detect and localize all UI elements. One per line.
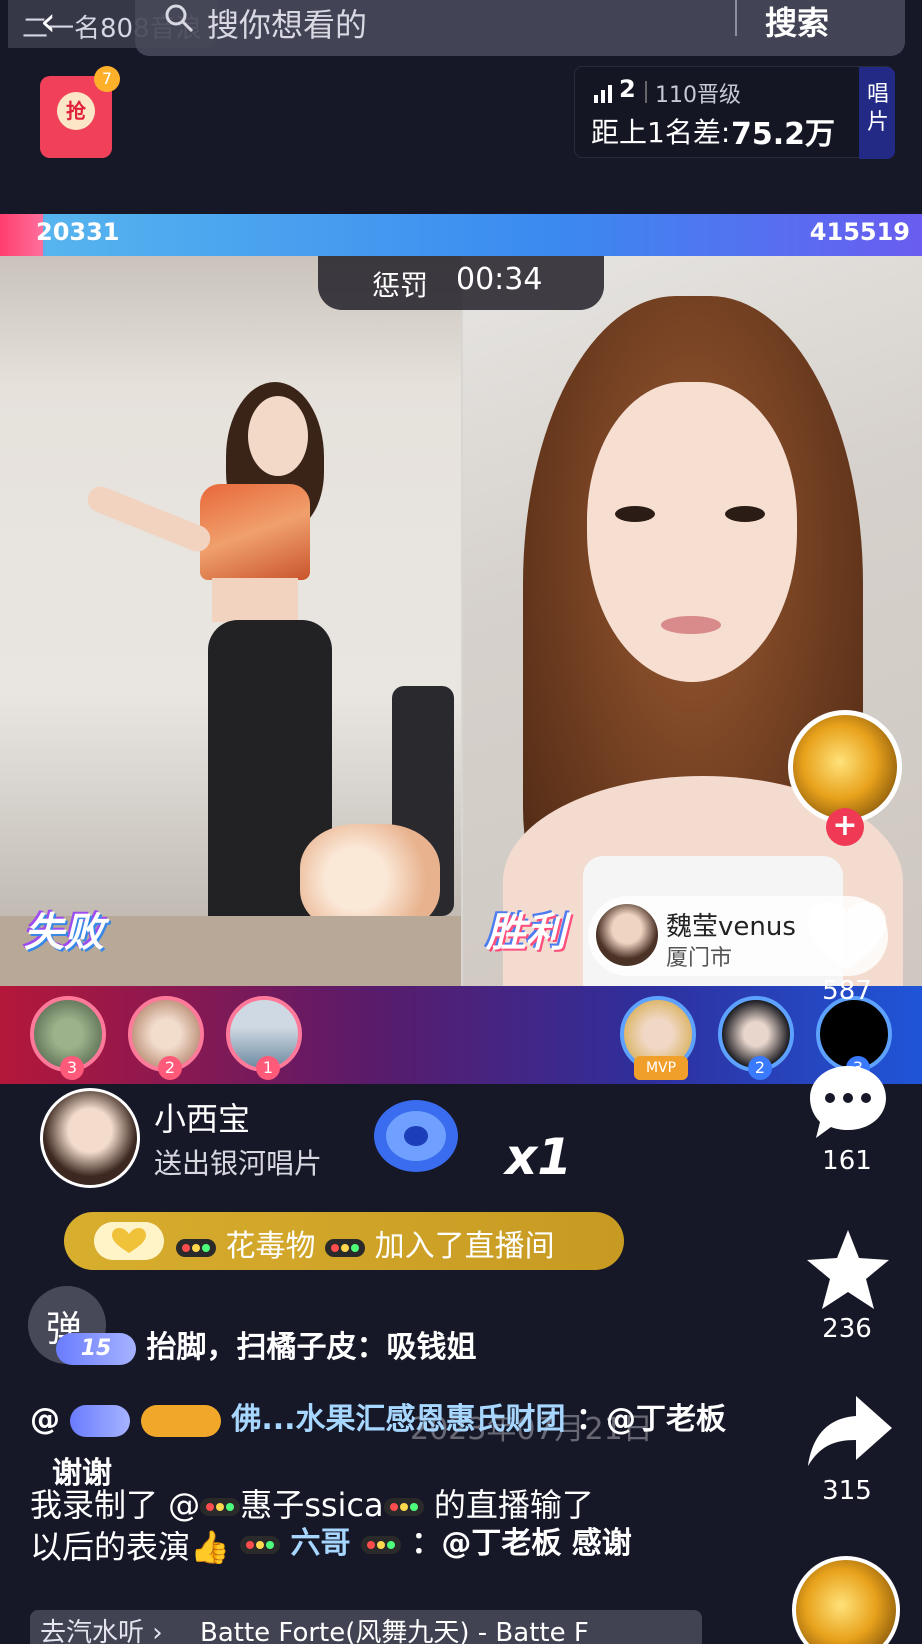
chat-message: 六哥 ：@丁老板 感谢 — [240, 1518, 632, 1562]
opponent-host-avatar[interactable] — [594, 902, 660, 968]
rank-divider — [645, 81, 647, 103]
chat-text: ：@丁老板 — [576, 1402, 727, 1437]
supporter-avatar[interactable]: 2 — [718, 996, 794, 1080]
pk-video-area[interactable] — [0, 256, 922, 986]
search-icon — [165, 4, 194, 33]
rank-level: 110晋级 — [655, 83, 741, 108]
star-count: 236 — [822, 1314, 872, 1344]
right-streamer-lips — [661, 616, 721, 634]
recording-note-text: 我录制了 @ — [30, 1486, 201, 1524]
pk-score-bar: 20331 415519 — [0, 214, 922, 256]
supporter-avatar[interactable]: 3 — [30, 996, 106, 1080]
rank-gap-value: 75.2万 — [731, 117, 836, 152]
right-streamer-face — [587, 382, 797, 682]
music-bar[interactable]: 去汽水听 › Batte Forte(风舞九天) - Batte F — [30, 1610, 702, 1644]
left-stream-video[interactable] — [0, 256, 461, 986]
gifter-avatar[interactable] — [40, 1088, 140, 1188]
join-user-name: 花毒物 — [225, 1229, 316, 1264]
opponent-host-city: 厦门市 — [666, 946, 733, 971]
red-packet-button[interactable]: 抢 7 — [40, 66, 120, 158]
rank-bars-icon — [594, 85, 612, 103]
badge-dots-icon — [240, 1535, 280, 1554]
heart-icon[interactable] — [802, 896, 892, 976]
rank-position: 2 — [619, 75, 636, 103]
back-chevron-icon[interactable]: ‹ — [40, 2, 56, 42]
recording-note-text: 以后的表演 — [30, 1528, 191, 1566]
chat-user-name: 六哥 — [290, 1526, 351, 1561]
chat-message: 15 抬脚，扫橘子皮：吸钱姐 — [56, 1322, 476, 1366]
like-count: 587 — [822, 976, 872, 1006]
record-tab[interactable]: 唱片 — [859, 67, 895, 159]
supporter-rank: 2 — [748, 1056, 772, 1080]
punish-timer: 惩罚 00:34 — [318, 256, 604, 310]
supporter-rank: 1 — [256, 1056, 280, 1080]
streamer-avatar[interactable] — [788, 710, 902, 824]
top-bar: 二一名808音浪 ‹ 搜你想看的 搜索 — [0, 0, 922, 60]
rank-panel[interactable]: 2 110晋级 距上1名差: 75.2万 唱片 — [574, 66, 895, 159]
left-streamer-arm — [83, 482, 215, 556]
comment-icon[interactable] — [806, 1060, 890, 1144]
left-streamer-face — [248, 396, 308, 476]
win-badge: 胜利 — [486, 910, 566, 956]
left-streamer-top — [200, 484, 310, 580]
follow-plus-icon[interactable]: + — [826, 808, 864, 846]
user-level-badge — [70, 1404, 131, 1437]
badge-dots-icon — [325, 1238, 366, 1257]
right-streamer-eyes — [615, 506, 655, 522]
badge-dots-icon — [360, 1535, 401, 1554]
right-stream-video[interactable] — [463, 256, 922, 986]
thumbs-up-icon: 👍 — [190, 1528, 230, 1566]
supporter-avatar[interactable]: 1 — [226, 996, 302, 1080]
join-notice: 花毒物 加入了直播间 — [64, 1212, 624, 1270]
supporter-avatar[interactable]: MVP — [620, 996, 696, 1080]
gifter-name: 小西宝 — [154, 1100, 251, 1138]
chat-prefix: @ — [30, 1402, 60, 1437]
search-placeholder: 搜你想看的 — [207, 6, 368, 44]
share-count: 315 — [822, 1476, 872, 1506]
lose-badge: 失败 — [24, 910, 104, 956]
supporter-rank: 2 — [158, 1056, 182, 1080]
badge-dots-icon — [200, 1498, 241, 1516]
star-icon[interactable] — [804, 1226, 892, 1314]
gift-description: 送出银河唱片 — [154, 1147, 323, 1180]
chat-text: ：@丁老板 感谢 — [411, 1526, 632, 1561]
comment-count: 161 — [822, 1146, 872, 1176]
pk-right-score: 415519 — [809, 218, 910, 246]
opponent-host-name: 魏莹venus — [666, 912, 796, 942]
red-packet-label: 抢 — [57, 92, 95, 130]
user-level-badge: 15 — [56, 1332, 136, 1365]
heart-badge-icon — [94, 1222, 164, 1260]
join-message: 加入了直播间 — [374, 1229, 555, 1264]
chat-user-name: 佛...水果汇感恩惠氏财团 — [231, 1402, 566, 1437]
gift-count: x1 — [505, 1128, 573, 1186]
music-title: Batte Forte(风舞九天) - Batte F — [200, 1618, 589, 1644]
timer-value: 00:34 — [456, 262, 543, 297]
right-streamer-eyes — [725, 506, 765, 522]
badge-dots-icon — [383, 1498, 424, 1516]
music-disc-icon[interactable] — [792, 1556, 900, 1644]
fan-badge — [140, 1404, 221, 1437]
supporter-rank: MVP — [634, 1056, 688, 1080]
supporter-avatar[interactable]: 2 — [128, 996, 204, 1080]
supporter-rank: 3 — [60, 1056, 84, 1080]
left-streamer-waist — [212, 578, 298, 622]
supporter-row: 3 2 1 MVP 2 3 — [0, 986, 922, 1084]
punish-label: 惩罚 — [372, 269, 429, 302]
chat-message: @ 佛...水果汇感恩惠氏财团 ：@丁老板 — [30, 1394, 890, 1438]
pk-left-score: 20331 — [36, 218, 120, 246]
join-text: 花毒物 加入了直播间 — [176, 1221, 555, 1265]
red-packet-badge: 7 — [94, 66, 120, 92]
chat-text: 抬脚，扫橘子皮：吸钱姐 — [146, 1330, 477, 1365]
galaxy-record-gift-icon — [374, 1100, 458, 1172]
record-tab-label: 唱片 — [867, 82, 890, 135]
search-divider — [735, 0, 737, 36]
search-button[interactable]: 搜索 — [765, 0, 829, 44]
search-input[interactable]: 搜你想看的 搜索 — [135, 0, 905, 56]
music-source-link[interactable]: 去汽水听 › — [40, 1612, 163, 1644]
rank-gap-label: 距上1名差: — [591, 116, 731, 149]
badge-dots-icon — [176, 1238, 216, 1257]
